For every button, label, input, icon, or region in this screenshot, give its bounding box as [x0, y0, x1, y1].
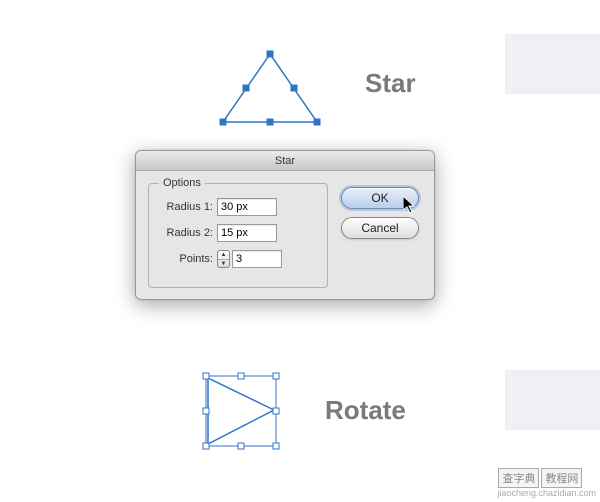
points-row: Points: ▲ ▼ [149, 250, 327, 268]
star-dialog: Star Options Radius 1: Radius 2: Points:… [135, 150, 435, 300]
radius2-row: Radius 2: [149, 224, 327, 242]
options-legend: Options [159, 177, 205, 189]
stepper-down-icon[interactable]: ▼ [218, 260, 229, 268]
rotate-label: Rotate [325, 395, 406, 426]
radius1-input[interactable] [217, 198, 277, 216]
points-input[interactable] [232, 250, 282, 268]
points-label: Points: [149, 253, 217, 265]
radius2-label: Radius 2: [149, 227, 217, 239]
bg-patch-1 [505, 34, 600, 94]
stepper-up-icon[interactable]: ▲ [218, 251, 229, 260]
star-label: Star [365, 68, 416, 99]
watermark: 查字典教程网 jiaocheng.chazidian.com [497, 468, 596, 498]
watermark-site: 查字典 [498, 468, 539, 488]
points-stepper[interactable]: ▲ ▼ [217, 250, 230, 268]
dialog-body: Options Radius 1: Radius 2: Points: ▲ ▼ … [136, 171, 434, 299]
rotate-shape[interactable] [200, 370, 290, 460]
radius2-input[interactable] [217, 224, 277, 242]
bg-patch-2 [505, 370, 600, 430]
ok-button[interactable]: OK [341, 187, 419, 209]
options-group: Options Radius 1: Radius 2: Points: ▲ ▼ [148, 183, 328, 288]
radius1-label: Radius 1: [149, 201, 217, 213]
dialog-title: Star [136, 151, 434, 171]
radius1-row: Radius 1: [149, 198, 327, 216]
cancel-button[interactable]: Cancel [341, 217, 419, 239]
watermark-section: 教程网 [541, 468, 582, 488]
watermark-url: jiaocheng.chazidian.com [497, 488, 596, 498]
triangle-shape[interactable] [215, 50, 325, 130]
